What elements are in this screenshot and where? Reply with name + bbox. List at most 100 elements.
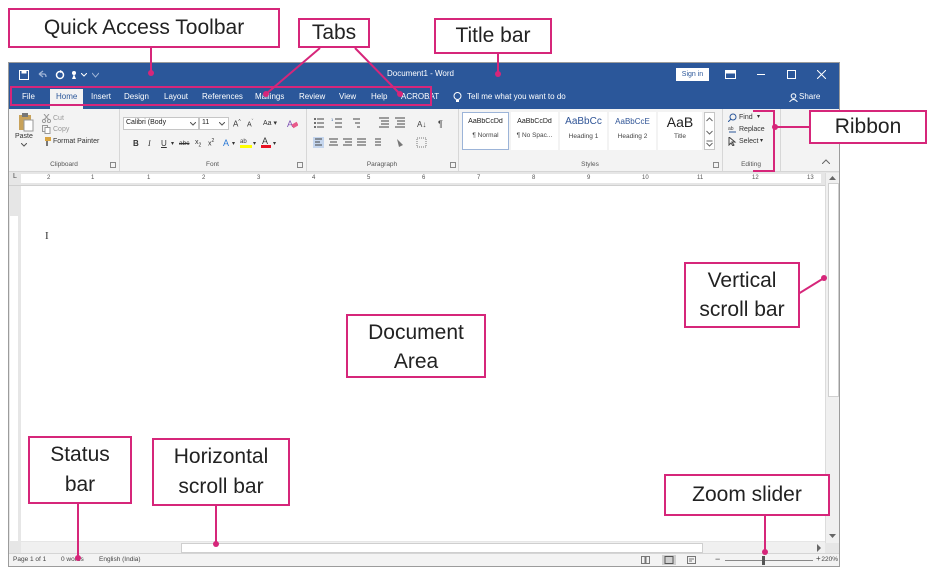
highlighter-icon[interactable]: ab bbox=[240, 136, 252, 149]
touch-mode-icon[interactable] bbox=[69, 69, 79, 80]
cut-button[interactable]: Cut bbox=[53, 115, 64, 122]
maximize-icon[interactable] bbox=[787, 70, 796, 79]
save-icon[interactable] bbox=[19, 70, 29, 80]
chevron-down-icon[interactable]: ▾ bbox=[273, 140, 276, 147]
style-no-spacing[interactable]: AaBbCcDd ¶ No Spac... bbox=[511, 112, 558, 150]
scroll-down-icon[interactable] bbox=[829, 534, 836, 539]
zoom-level[interactable]: 220% bbox=[818, 556, 838, 563]
styles-scroll-icons[interactable] bbox=[704, 112, 715, 150]
ruler-number: 12 bbox=[752, 175, 759, 181]
style-heading-2[interactable]: AaBbCcE Heading 2 bbox=[609, 112, 656, 150]
font-name-value: Calibri (Body bbox=[126, 119, 167, 126]
copy-button[interactable]: Copy bbox=[53, 126, 69, 133]
grow-font-icon[interactable]: A^ bbox=[233, 119, 241, 129]
ruler-number: 13 bbox=[807, 175, 814, 181]
scroll-up-icon[interactable] bbox=[829, 175, 836, 180]
callout-text: Horizontal bbox=[173, 445, 269, 468]
strikethrough-icon[interactable]: abc bbox=[179, 140, 189, 147]
ribbon-highlight-bracket bbox=[753, 110, 775, 172]
dialog-launcher-icon[interactable] bbox=[450, 162, 456, 168]
chevron-down-icon[interactable]: ▾ bbox=[232, 140, 235, 147]
style-title[interactable]: AaB Title bbox=[658, 112, 702, 150]
zoom-slider-track[interactable] bbox=[725, 560, 813, 561]
shrink-font-icon[interactable]: Aˇ bbox=[247, 119, 253, 128]
chevron-down-icon[interactable]: ▾ bbox=[171, 140, 174, 147]
paragraph-top-row-icons[interactable]: 1 A↓ ¶ bbox=[313, 117, 453, 129]
paste-button[interactable]: Paste bbox=[15, 133, 33, 140]
style-preview: AaB bbox=[666, 114, 694, 130]
ribbon-display-options-icon[interactable] bbox=[725, 70, 736, 79]
chevron-down-icon[interactable]: ▾ bbox=[253, 140, 256, 147]
tabs-highlight-frame bbox=[10, 86, 432, 106]
change-case-icon[interactable]: Aa ▾ bbox=[263, 119, 277, 127]
style-heading-1[interactable]: AaBbCc Heading 1 bbox=[560, 112, 607, 150]
chevron-down-icon[interactable] bbox=[190, 122, 196, 126]
tell-me-input[interactable]: Tell me what you want to do bbox=[467, 92, 566, 101]
dialog-launcher-icon[interactable] bbox=[110, 162, 116, 168]
find-button[interactable]: Find bbox=[739, 114, 753, 121]
svg-text:ab: ab bbox=[240, 139, 247, 145]
italic-icon[interactable]: I bbox=[148, 139, 151, 148]
language-indicator[interactable]: English (India) bbox=[99, 556, 141, 563]
font-group: Calibri (Body 11 A^ Aˇ Aa ▾ A B I U ▾ ab… bbox=[119, 109, 307, 171]
page-count[interactable]: Page 1 of 1 bbox=[13, 556, 46, 563]
text-effects-icon[interactable]: A bbox=[223, 138, 229, 148]
redo-icon[interactable] bbox=[55, 69, 65, 80]
close-icon[interactable] bbox=[817, 70, 826, 79]
svg-text:¶: ¶ bbox=[438, 119, 443, 129]
web-layout-icon[interactable] bbox=[687, 556, 696, 564]
bold-icon[interactable]: B bbox=[133, 139, 139, 148]
collapse-ribbon-icon[interactable] bbox=[822, 159, 830, 164]
style-preview: AaBbCcE bbox=[615, 117, 650, 126]
ruler-number: 4 bbox=[312, 175, 316, 181]
replace-icon: ab bbox=[728, 126, 736, 133]
callout-leader-line bbox=[215, 506, 217, 544]
ruler-number: 6 bbox=[422, 175, 426, 181]
callout-horizontal-scroll-bar: Horizontal scroll bar bbox=[152, 438, 290, 506]
dialog-launcher-icon[interactable] bbox=[297, 162, 303, 168]
ruler-number: 1 bbox=[147, 175, 151, 181]
horizontal-ruler[interactable]: L 21123456789101112131415 bbox=[9, 172, 839, 186]
chevron-down-icon[interactable] bbox=[81, 73, 87, 77]
callout-text: bar bbox=[64, 473, 96, 496]
callout-ribbon: Ribbon bbox=[809, 110, 927, 144]
subscript-icon[interactable]: x2 bbox=[195, 139, 201, 148]
callout-text: Status bbox=[50, 443, 110, 466]
callout-text: Vertical bbox=[707, 269, 777, 292]
ruler-numbers: 21123456789101112131415 bbox=[9, 172, 839, 185]
scroll-right-icon[interactable] bbox=[815, 544, 823, 552]
ruler-number: 7 bbox=[477, 175, 481, 181]
search-icon bbox=[728, 113, 737, 122]
horizontal-scroll-bar[interactable] bbox=[21, 542, 825, 553]
clear-formatting-icon[interactable]: A bbox=[287, 118, 298, 129]
svg-text:A↓: A↓ bbox=[417, 120, 426, 129]
share-button[interactable]: Share bbox=[799, 92, 820, 101]
chevron-down-icon[interactable] bbox=[219, 122, 225, 126]
superscript-icon[interactable]: x2 bbox=[208, 138, 214, 147]
chevron-down-icon[interactable] bbox=[21, 143, 27, 147]
zoom-out-icon[interactable]: − bbox=[715, 554, 720, 564]
print-layout-icon[interactable] bbox=[662, 555, 676, 565]
read-mode-icon[interactable] bbox=[641, 556, 650, 564]
zoom-slider-thumb[interactable] bbox=[762, 556, 765, 565]
vertical-ruler[interactable] bbox=[9, 186, 19, 541]
font-color-icon[interactable]: A bbox=[261, 136, 271, 149]
undo-icon[interactable] bbox=[37, 70, 47, 80]
style-preview: AaBbCcDd bbox=[517, 118, 552, 125]
paragraph-group: 1 A↓ ¶ Paragraph bbox=[306, 109, 459, 171]
font-name-select[interactable]: Calibri (Body bbox=[123, 117, 199, 130]
paragraph-bottom-row-icons[interactable] bbox=[313, 137, 453, 149]
underline-icon[interactable]: U bbox=[161, 139, 167, 148]
ribbon: Paste Cut Copy Format Painter Clipboard … bbox=[9, 109, 839, 172]
ruler-number: 10 bbox=[642, 175, 649, 181]
callout-vscroll-leader bbox=[798, 275, 827, 295]
horizontal-scroll-thumb[interactable] bbox=[181, 543, 703, 553]
sign-in-button[interactable]: Sign in bbox=[676, 68, 709, 81]
format-painter-button[interactable]: Format Painter bbox=[53, 138, 99, 145]
paste-icon[interactable] bbox=[18, 112, 34, 132]
ruler-number: 2 bbox=[47, 175, 51, 181]
dialog-launcher-icon[interactable] bbox=[713, 162, 719, 168]
style-normal[interactable]: AaBbCcDd ¶ Normal bbox=[462, 112, 509, 150]
customize-qat-icon[interactable] bbox=[92, 71, 99, 78]
minimize-icon[interactable] bbox=[757, 74, 765, 76]
